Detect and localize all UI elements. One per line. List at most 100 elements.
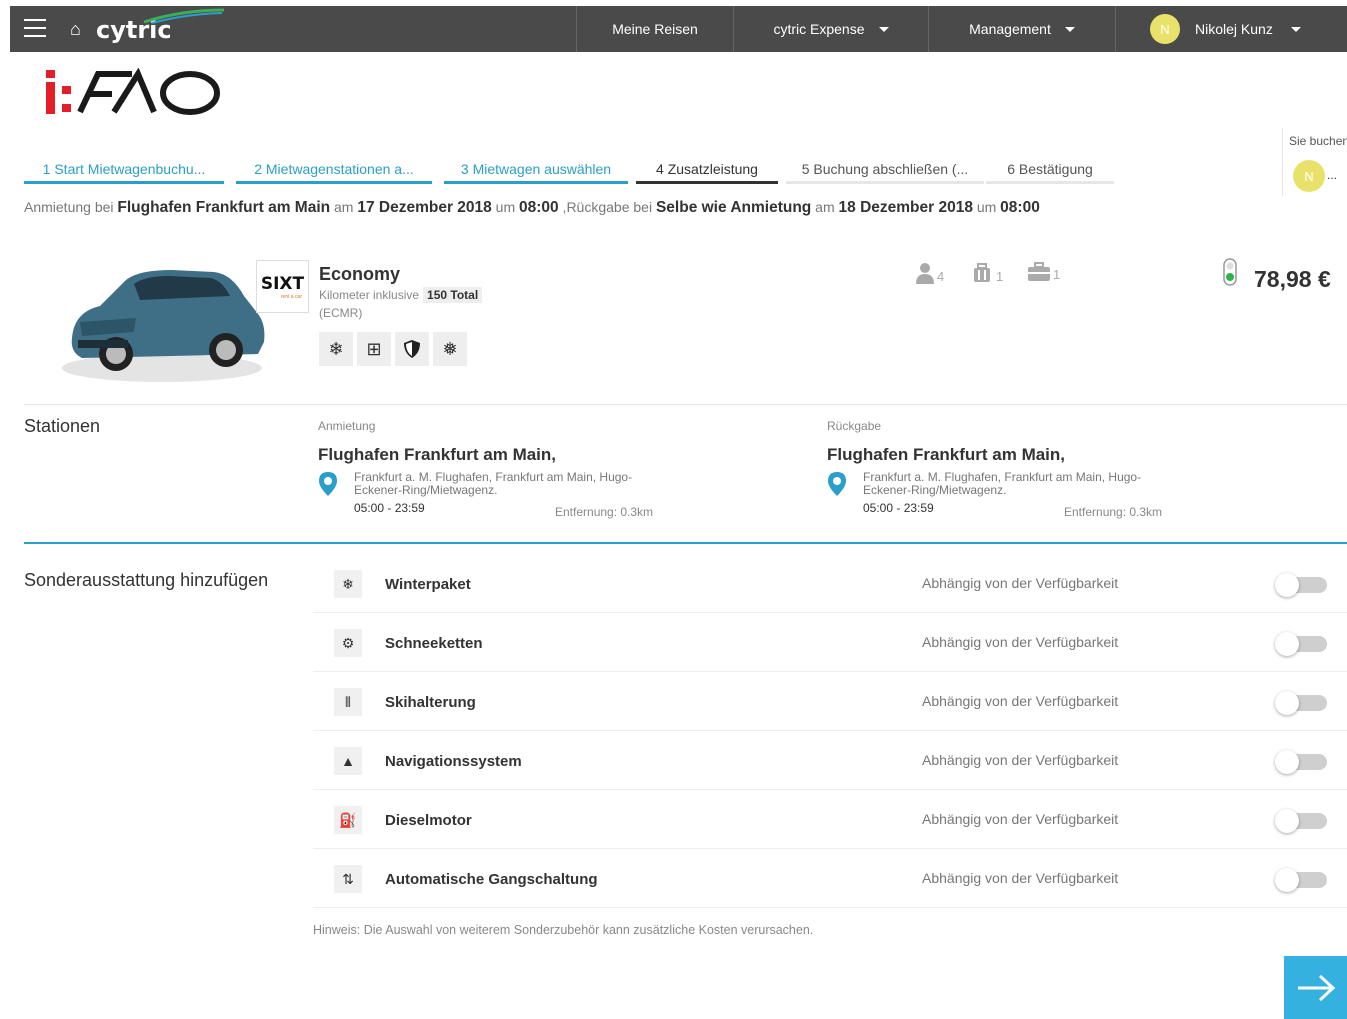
extra-name: Navigationssystem bbox=[385, 753, 522, 770]
booking-summary: Anmietung bei Flughafen Frankfurt am Mai… bbox=[24, 199, 1040, 217]
navigation-icon: ▲ bbox=[334, 747, 362, 775]
nav-management-label: Management bbox=[969, 21, 1051, 37]
extra-name: Automatische Gangschaltung bbox=[385, 871, 598, 888]
skihalterung-toggle[interactable] bbox=[1275, 691, 1327, 715]
home-icon[interactable]: ⌂ bbox=[70, 20, 81, 38]
next-button[interactable] bbox=[1284, 956, 1347, 1019]
pickup-station: Anmietung Flughafen Frankfurt am Main, F… bbox=[318, 419, 678, 519]
air-conditioning-icon: ❅ bbox=[433, 332, 467, 366]
winter-tire-icon: ❄ bbox=[334, 570, 362, 598]
extra-row-dieselmotor: ⛽ Dieselmotor Abhängig von der Verfügbar… bbox=[313, 790, 1347, 849]
step-label: 6 Bestätigung bbox=[1007, 161, 1093, 177]
extra-availability: Abhängig von der Verfügbarkeit bbox=[922, 693, 1119, 709]
nav-my-trips-label: Meine Reisen bbox=[612, 21, 698, 37]
step-extras[interactable]: 4 Zusatzleistung bbox=[636, 158, 778, 184]
briefcase-capacity: 1 bbox=[1027, 262, 1060, 282]
traveler-avatar[interactable]: N bbox=[1293, 160, 1325, 192]
summary-text: am bbox=[330, 199, 358, 215]
nav-management[interactable]: Management bbox=[928, 6, 1115, 52]
pickup-station-hours: 05:00 - 23:59 bbox=[354, 501, 425, 515]
total-price: 78,98 € bbox=[1254, 266, 1331, 292]
automatic-gear-icon: ⇅ bbox=[334, 865, 362, 893]
snow-chain-icon: ⚙ bbox=[334, 629, 362, 657]
extra-name: Schneeketten bbox=[385, 635, 483, 652]
booking-for-label: Sie buchen bbox=[1289, 134, 1347, 148]
arrow-right-icon bbox=[1297, 974, 1335, 1001]
step-stations[interactable]: 2 Mietwagenstationen a... bbox=[236, 158, 432, 184]
summary-text: ,Rückgabe bei bbox=[558, 199, 656, 215]
passenger-capacity: 4 bbox=[915, 262, 944, 284]
mileage-value: 150 Total bbox=[423, 287, 483, 303]
user-avatar: N bbox=[1150, 14, 1180, 44]
chevron-down-icon bbox=[878, 26, 889, 32]
schneeketten-toggle[interactable] bbox=[1275, 632, 1327, 656]
step-complete-booking: 5 Buchung abschließen (... bbox=[786, 158, 984, 184]
nav-cytric-expense[interactable]: cytric Expense bbox=[733, 6, 928, 52]
nav-cytric-expense-label: cytric Expense bbox=[773, 21, 865, 37]
summary-text: um bbox=[972, 199, 1001, 215]
extra-availability: Abhängig von der Verfügbarkeit bbox=[922, 870, 1119, 886]
pickup-station-address: Frankfurt a. M. Flughafen, Frankfurt am … bbox=[354, 470, 633, 497]
pickup-station-name: Flughafen Frankfurt am Main, bbox=[318, 445, 557, 464]
summary-text: am bbox=[811, 199, 839, 215]
navigationssystem-toggle[interactable] bbox=[1275, 750, 1327, 774]
chevron-down-icon bbox=[1290, 26, 1301, 32]
passenger-count: 4 bbox=[937, 269, 945, 284]
step-start[interactable]: 1 Start Mietwagenbuchu... bbox=[24, 158, 224, 184]
vendor-name: SIXT bbox=[260, 274, 305, 294]
vendor-tagline: rent a car bbox=[280, 294, 302, 300]
mileage-info: Kilometer inklusive 150 Total bbox=[319, 287, 483, 303]
return-date: 18 Dezember 2018 bbox=[838, 199, 973, 216]
ski-rack-icon: ⫴ bbox=[334, 688, 362, 716]
manual-gear-icon: ⊞ bbox=[357, 332, 391, 366]
booking-for-panel: Sie buchen N ... bbox=[1282, 128, 1347, 196]
nav-my-trips[interactable]: Meine Reisen bbox=[576, 6, 733, 52]
summary-text: um bbox=[491, 199, 520, 215]
car-image bbox=[62, 270, 265, 382]
step-select-car[interactable]: 3 Mietwagen auswählen bbox=[444, 158, 628, 184]
extra-availability: Abhängig von der Verfügbarkeit bbox=[922, 811, 1119, 827]
return-station-hours: 05:00 - 23:59 bbox=[863, 501, 934, 515]
step-label: 3 Mietwagen auswählen bbox=[460, 161, 612, 177]
pickup-station-label: Anmietung bbox=[318, 419, 376, 433]
automatische-gangschaltung-toggle[interactable] bbox=[1275, 868, 1327, 892]
insurance-shield-icon bbox=[395, 332, 429, 366]
return-time: 08:00 bbox=[1000, 199, 1040, 216]
step-label: 1 Start Mietwagenbuchu... bbox=[42, 161, 206, 177]
briefcase-count: 1 bbox=[1053, 267, 1061, 282]
hamburger-menu-icon[interactable] bbox=[24, 19, 46, 37]
pickup-station-distance: Entfernung: 0.3km bbox=[555, 505, 654, 519]
briefcase-icon bbox=[1028, 262, 1050, 281]
extra-availability: Abhängig von der Verfügbarkeit bbox=[922, 634, 1119, 650]
extra-row-winterpaket: ❄ Winterpaket Abhängig von der Verfügbar… bbox=[313, 554, 1347, 613]
extras-list: ❄ Winterpaket Abhängig von der Verfügbar… bbox=[313, 554, 1347, 908]
vendor-logo: SIXT rent a car bbox=[256, 260, 309, 313]
fuel-pump-icon: ⛽ bbox=[334, 806, 362, 834]
suitcase-icon bbox=[974, 263, 990, 282]
winter-icon: ❄ bbox=[319, 332, 353, 366]
extra-row-navigationssystem: ▲ Navigationssystem Abhängig von der Ver… bbox=[313, 731, 1347, 790]
extra-row-skihalterung: ⫴ Skihalterung Abhängig von der Verfügba… bbox=[313, 672, 1347, 731]
extra-availability: Abhängig von der Verfügbarkeit bbox=[922, 752, 1119, 768]
summary-text: Anmietung bei bbox=[24, 199, 118, 215]
return-place: Selbe wie Anmietung bbox=[655, 199, 812, 216]
extra-name: Winterpaket bbox=[385, 576, 471, 593]
return-station: Rückgabe Flughafen Frankfurt am Main, Fr… bbox=[827, 419, 1187, 519]
step-label: 5 Buchung abschließen (... bbox=[801, 161, 969, 177]
brand-swoosh-icon bbox=[143, 8, 225, 24]
return-station-label: Rückgabe bbox=[827, 419, 882, 433]
pickup-time: 08:00 bbox=[519, 199, 559, 216]
acriss-code: (ECMR) bbox=[319, 306, 363, 320]
nav-user-menu[interactable]: N Nikolej Kunz bbox=[1115, 6, 1347, 52]
top-navigation-bar: ⌂ cytric Meine Reisen cytric Expense Man… bbox=[10, 6, 1347, 52]
location-pin-icon bbox=[319, 472, 337, 496]
section-divider bbox=[24, 542, 1347, 544]
dieselmotor-toggle[interactable] bbox=[1275, 809, 1327, 833]
extras-hint: Hinweis: Die Auswahl von weiterem Sonder… bbox=[313, 923, 814, 937]
chevron-down-icon bbox=[1064, 26, 1075, 32]
step-confirmation: 6 Bestätigung bbox=[986, 158, 1114, 184]
traveler-more[interactable]: ... bbox=[1327, 168, 1337, 182]
suitcase-capacity: 1 bbox=[972, 262, 1003, 284]
extra-name: Dieselmotor bbox=[385, 812, 472, 829]
winterpaket-toggle[interactable] bbox=[1275, 573, 1327, 597]
